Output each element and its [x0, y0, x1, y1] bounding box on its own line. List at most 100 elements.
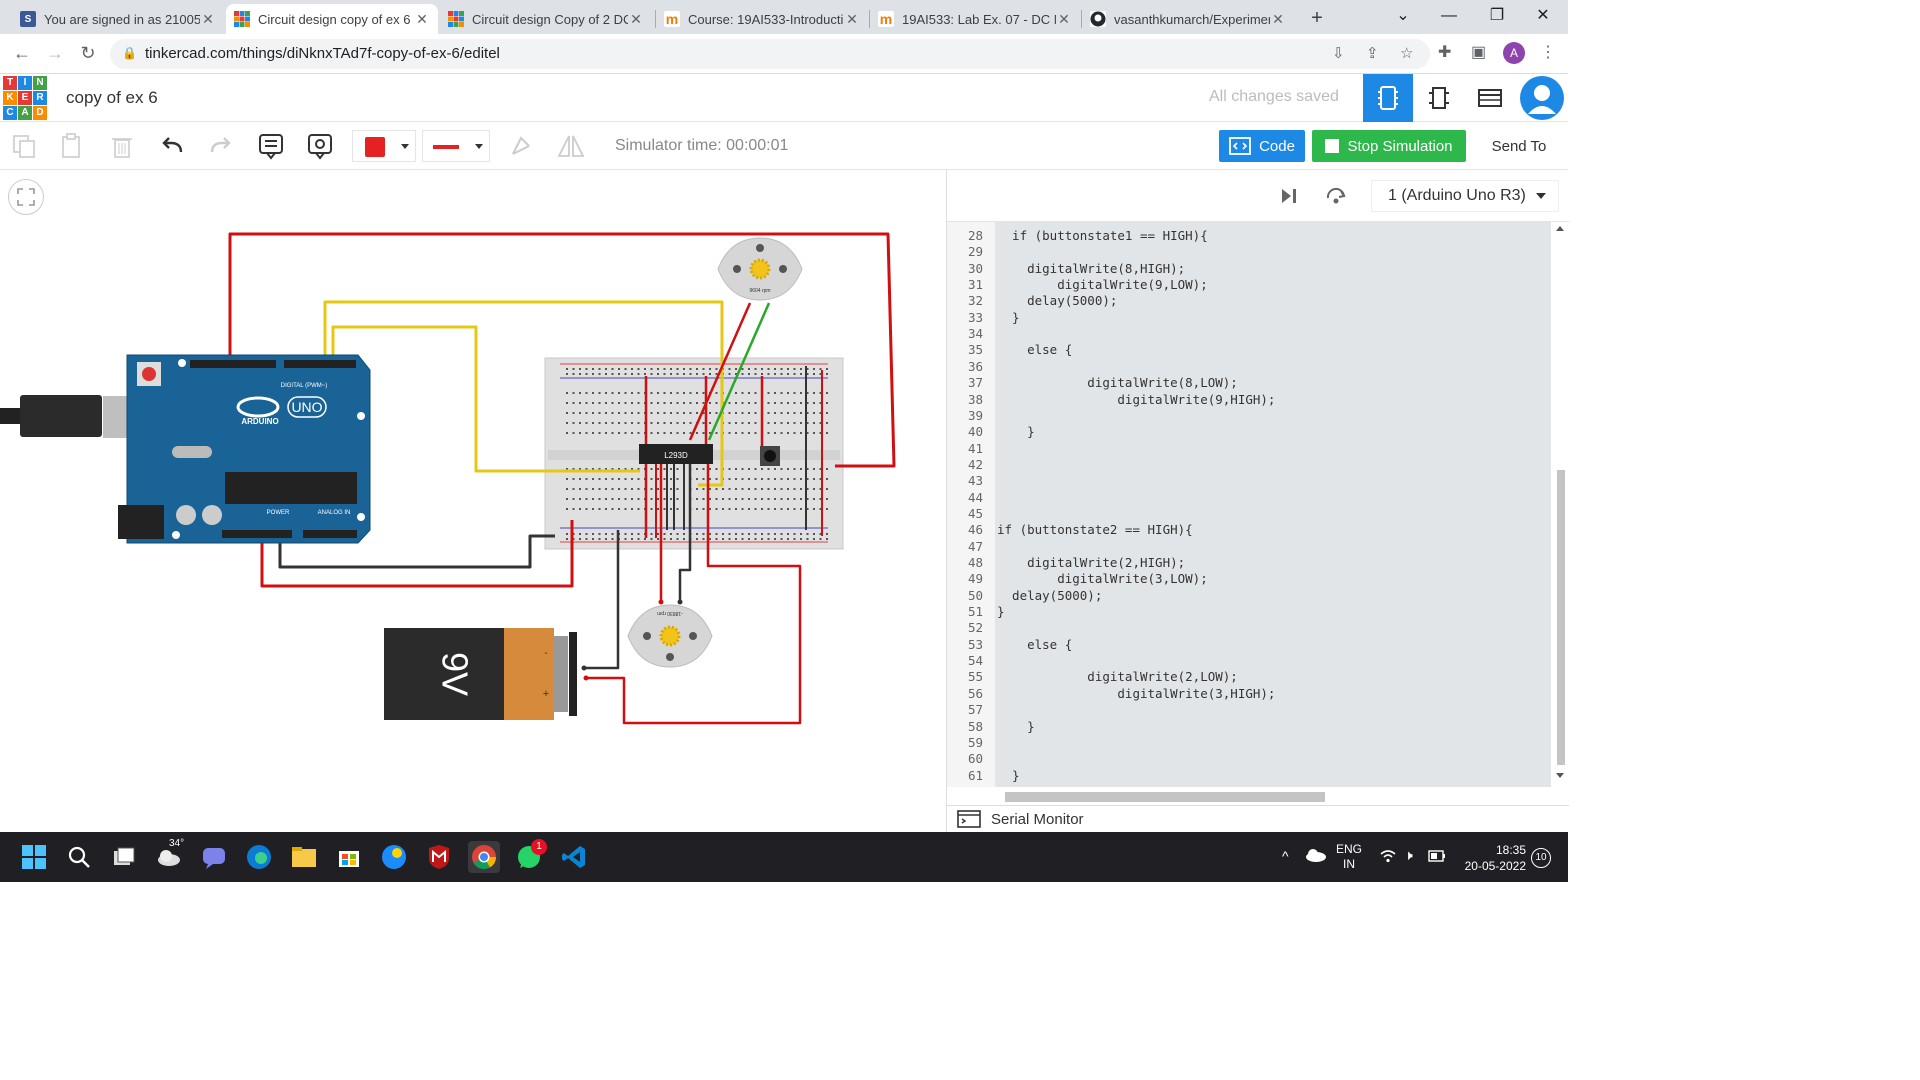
pushbutton[interactable] — [760, 446, 780, 466]
back-icon[interactable]: ← — [10, 42, 34, 66]
copy-button[interactable] — [8, 130, 40, 162]
url-text[interactable]: tinkercad.com/things/diNknxTAd7f-copy-of… — [145, 45, 500, 62]
code-line[interactable]: } — [997, 424, 1035, 440]
weather-widget[interactable]: 34° — [153, 838, 185, 873]
code-line[interactable]: digitalWrite(2,LOW); — [997, 669, 1238, 685]
search-button[interactable] — [63, 841, 95, 873]
reload-icon[interactable]: ↻ — [76, 42, 100, 66]
code-button[interactable]: Code — [1219, 130, 1305, 162]
new-tab-button[interactable]: + — [1304, 6, 1330, 32]
browser-tab-2[interactable]: Circuit design copy of ex 6 ✕ — [226, 4, 438, 34]
code-line[interactable]: digitalWrite(8,HIGH); — [997, 261, 1185, 277]
bookmark-star-icon[interactable]: ☆ — [1400, 44, 1413, 62]
share-icon[interactable]: ⇪ — [1366, 44, 1379, 62]
chrome-menu-icon[interactable]: ⋮ — [1540, 42, 1556, 62]
chrome-button[interactable] — [468, 841, 500, 873]
delete-button[interactable] — [106, 130, 138, 162]
tinkercad-logo[interactable]: T I N K E R C A D — [3, 76, 47, 120]
undo-button[interactable] — [157, 130, 189, 162]
browser-tab-4[interactable]: m Course: 19AI533-Introducti ✕ — [656, 4, 868, 34]
code-line[interactable]: } — [997, 768, 1020, 784]
wire-type-picker[interactable] — [422, 130, 490, 162]
component-list-button[interactable] — [1465, 74, 1515, 122]
code-line[interactable]: delay(5000); — [997, 588, 1102, 604]
dc-motor-1[interactable]: 9604 rpm — [717, 237, 803, 301]
whatsapp-button[interactable]: 1 — [513, 839, 547, 873]
fill-color-picker[interactable] — [352, 130, 416, 162]
code-line[interactable]: digitalWrite(8,LOW); — [997, 375, 1238, 391]
horizontal-scrollbar[interactable] — [995, 787, 1551, 805]
browser-tab-6[interactable]: vasanthkumarch/Experimen ✕ — [1082, 4, 1294, 34]
minimize-button[interactable]: — — [1426, 0, 1472, 34]
code-line[interactable]: digitalWrite(9,HIGH); — [997, 392, 1275, 408]
arduino-uno[interactable]: UNO ARDUINO DIGITAL (PWM~) POWER ANALOG … — [118, 354, 371, 544]
restart-button[interactable] — [1325, 186, 1347, 211]
project-title[interactable]: copy of ex 6 — [66, 88, 158, 108]
browser-tab-1[interactable]: S You are signed in as 21005 ✕ — [12, 4, 224, 34]
language-indicator[interactable]: ENG IN — [1336, 842, 1362, 872]
close-window-button[interactable]: ✕ — [1520, 0, 1566, 34]
code-line[interactable]: if (buttonstate1 == HIGH){ — [997, 228, 1208, 244]
notes-button[interactable] — [255, 130, 287, 162]
scrollbar-thumb[interactable] — [1557, 470, 1565, 765]
circuit-canvas[interactable]: L293D 9604 rpm -18830 rpm 9V - + UNO ARD… — [0, 170, 946, 832]
close-tab-icon[interactable]: ✕ — [844, 11, 860, 28]
redo-button[interactable] — [204, 130, 236, 162]
teams-chat-button[interactable] — [198, 841, 230, 873]
send-to-button[interactable]: Send To — [1474, 130, 1564, 162]
install-app-icon[interactable]: ⇩ — [1332, 44, 1345, 62]
side-panel-icon[interactable]: ▣ — [1471, 42, 1486, 62]
start-button[interactable] — [18, 841, 50, 873]
rotate-button[interactable] — [505, 130, 537, 162]
scrollbar-thumb[interactable] — [1005, 792, 1325, 802]
step-into-button[interactable] — [1279, 186, 1299, 211]
paste-button[interactable] — [56, 130, 88, 162]
code-line[interactable]: } — [997, 719, 1035, 735]
wifi-icon[interactable] — [1380, 849, 1396, 866]
store-button[interactable] — [333, 841, 365, 873]
battery-9v[interactable]: 9V - + — [384, 628, 589, 720]
code-line[interactable]: digitalWrite(9,LOW); — [997, 277, 1208, 293]
profile-avatar[interactable]: A — [1503, 42, 1525, 64]
close-tab-icon[interactable]: ✕ — [1056, 11, 1072, 28]
file-explorer-button[interactable] — [288, 841, 320, 873]
code-line[interactable]: digitalWrite(3,HIGH); — [997, 686, 1275, 702]
omnibox[interactable]: 🔒 tinkercad.com/things/diNknxTAd7f-copy-… — [110, 39, 1430, 69]
code-line[interactable]: else { — [997, 342, 1072, 358]
vertical-scrollbar[interactable] — [1551, 222, 1569, 787]
scroll-down-arrow-icon[interactable] — [1556, 773, 1564, 778]
dc-motor-2[interactable]: -18830 rpm — [627, 599, 713, 668]
browser-tab-5[interactable]: m 19AI533: Lab Ex. 07 - DC M ✕ — [870, 4, 1080, 34]
stop-simulation-button[interactable]: Stop Simulation — [1312, 130, 1466, 162]
close-tab-icon[interactable]: ✕ — [628, 11, 644, 28]
edge-button[interactable] — [243, 841, 275, 873]
onedrive-icon[interactable] — [1305, 848, 1327, 865]
code-line[interactable]: else { — [997, 637, 1072, 653]
close-tab-icon[interactable]: ✕ — [414, 11, 430, 28]
schematic-view-button[interactable] — [1414, 74, 1464, 122]
code-line[interactable]: digitalWrite(3,LOW); — [997, 571, 1208, 587]
flip-button[interactable] — [555, 130, 587, 162]
volume-muted-icon[interactable]: 🕨 — [1404, 847, 1413, 864]
notification-center-badge[interactable]: 10 — [1531, 848, 1551, 868]
serial-monitor-toggle[interactable]: Serial Monitor — [947, 805, 1569, 832]
forward-icon[interactable]: → — [43, 42, 67, 66]
close-tab-icon[interactable]: ✕ — [200, 11, 216, 28]
scroll-up-arrow-icon[interactable] — [1556, 226, 1564, 231]
code-line[interactable]: delay(5000); — [997, 293, 1117, 309]
lock-icon[interactable]: 🔒 — [122, 46, 137, 60]
user-avatar[interactable] — [1520, 76, 1564, 120]
browser-tab-3[interactable]: Circuit design Copy of 2 DC ✕ — [440, 4, 652, 34]
extensions-puzzle-icon[interactable]: ✚ — [1438, 42, 1451, 62]
tips-button[interactable] — [378, 841, 410, 873]
restore-button[interactable]: ❐ — [1474, 0, 1520, 34]
mcafee-button[interactable] — [423, 841, 455, 873]
vscode-button[interactable] — [558, 841, 590, 873]
toggle-notes-button[interactable] — [304, 130, 336, 162]
code-line[interactable]: } — [997, 604, 1005, 620]
code-line[interactable]: } — [997, 310, 1020, 326]
code-line[interactable]: if (buttonstate2 == HIGH){ — [997, 522, 1193, 538]
code-editor[interactable]: 28 if (buttonstate1 == HIGH){29 30 digita… — [947, 222, 1569, 787]
close-tab-icon[interactable]: ✕ — [1270, 11, 1286, 28]
device-select[interactable]: 1 (Arduino Uno R3) — [1371, 180, 1559, 212]
